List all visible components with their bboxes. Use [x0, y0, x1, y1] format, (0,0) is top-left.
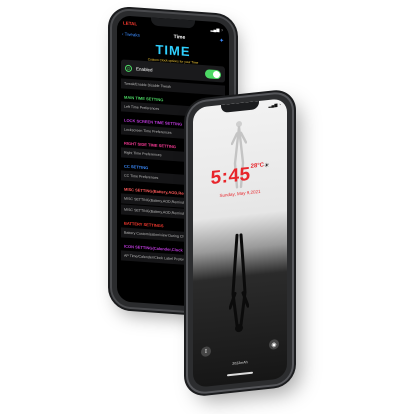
battery-capacity: 2022mAh — [232, 360, 248, 366]
signal-battery-icons: ▂▄▆ ◔ — [268, 101, 281, 109]
clock-time: 5:45 — [210, 163, 251, 190]
sun-icon: ☀ — [264, 162, 270, 170]
enabled-label: Enabled — [136, 65, 153, 73]
back-button[interactable]: ‹ Tweaks — [122, 31, 140, 37]
notch — [221, 101, 259, 113]
camera-icon: ◉ — [271, 341, 277, 349]
enabled-toggle[interactable] — [205, 68, 221, 79]
home-indicator[interactable] — [227, 371, 253, 377]
signal-battery-icons: ▂▄▆ ◔ — [210, 26, 223, 33]
power-icon: ⏻ — [125, 64, 132, 72]
dancer-reflection-icon — [229, 233, 249, 333]
nav-title: Time — [173, 34, 186, 41]
product-mockup: LETAL ▂▄▆ ◔ ‹ Tweaks Time ✦ TIME Custom … — [0, 0, 414, 414]
temperature: 28°C — [250, 162, 265, 170]
lockscreen-phone: ▂▄▆ ◔ 5:4528°C☀ Sunday, May 9,2021 ɪ ◉ 2… — [188, 92, 292, 394]
twitter-bird-icon[interactable]: ✦ — [219, 37, 224, 44]
lockscreen: ▂▄▆ ◔ 5:4528°C☀ Sunday, May 9,2021 ɪ ◉ 2… — [193, 98, 287, 388]
toggle-knob — [213, 70, 220, 78]
carrier-logo: LETAL — [123, 20, 138, 27]
flashlight-icon: ɪ — [204, 348, 208, 355]
flashlight-button[interactable]: ɪ — [201, 346, 211, 358]
camera-button[interactable]: ◉ — [269, 338, 279, 350]
